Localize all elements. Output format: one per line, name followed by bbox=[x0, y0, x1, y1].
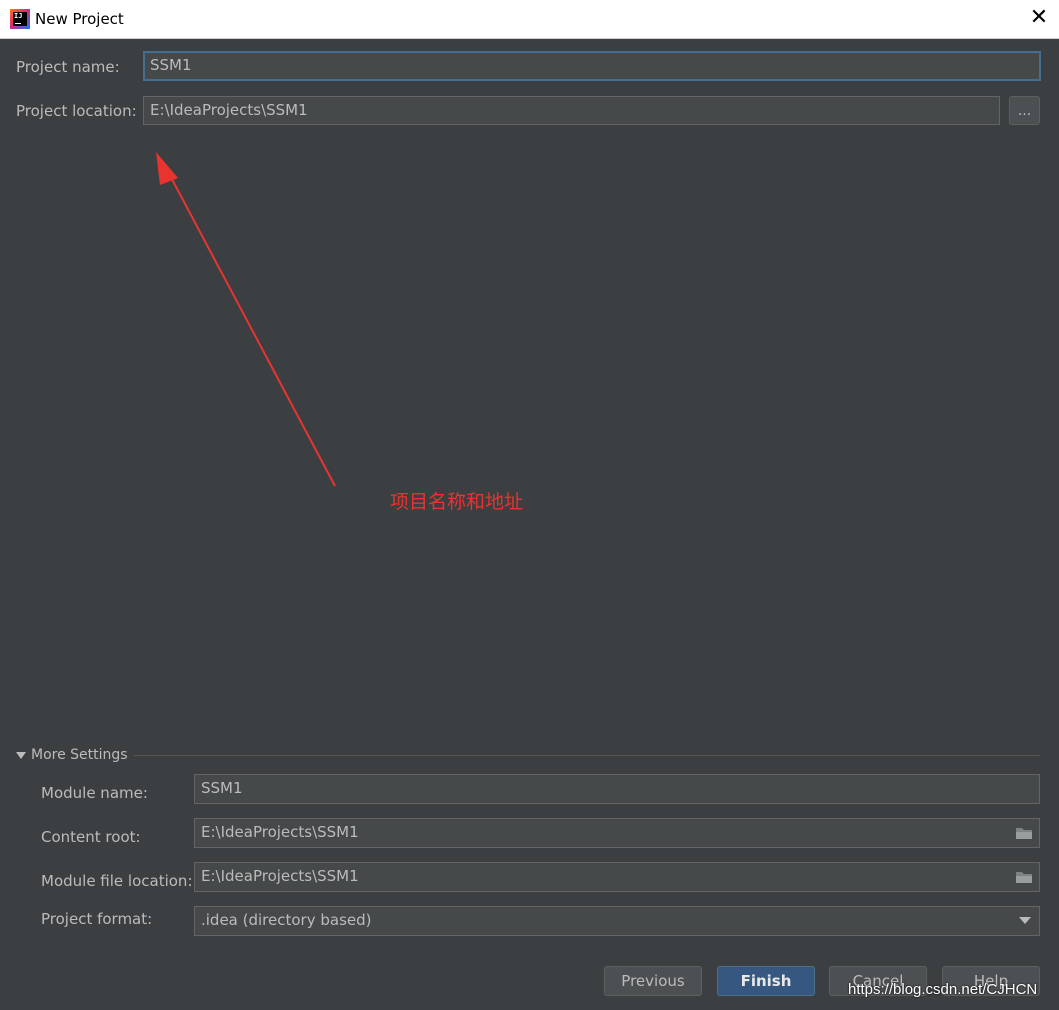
module-name-input[interactable]: SSM1 bbox=[194, 774, 1040, 804]
project-format-select[interactable]: .idea (directory based) bbox=[194, 906, 1040, 936]
module-file-location-label: Module file location: bbox=[41, 872, 193, 890]
previous-button[interactable]: Previous bbox=[604, 966, 702, 996]
more-settings-header[interactable]: More Settings bbox=[31, 747, 128, 763]
folder-icon[interactable] bbox=[1015, 870, 1033, 884]
watermark: https://blog.csdn.net/CJHCN bbox=[848, 981, 1038, 998]
triangle-down-icon[interactable] bbox=[16, 752, 26, 760]
module-name-label: Module name: bbox=[41, 784, 148, 802]
chevron-down-icon[interactable] bbox=[1019, 917, 1031, 924]
content-root-input[interactable]: E:\IdeaProjects\SSM1 bbox=[194, 818, 1040, 848]
finish-button[interactable]: Finish bbox=[717, 966, 815, 996]
content-root-label: Content root: bbox=[41, 828, 141, 846]
arrow-annotation-shaft bbox=[165, 167, 336, 487]
folder-icon[interactable] bbox=[1015, 826, 1033, 840]
arrow-annotation bbox=[156, 152, 336, 487]
more-settings-divider bbox=[134, 755, 1040, 756]
module-file-location-input[interactable]: E:\IdeaProjects\SSM1 bbox=[194, 862, 1040, 892]
arrow-annotation-head bbox=[156, 152, 178, 185]
annotation-text: 项目名称和地址 bbox=[390, 491, 524, 513]
project-format-label: Project format: bbox=[41, 910, 153, 928]
